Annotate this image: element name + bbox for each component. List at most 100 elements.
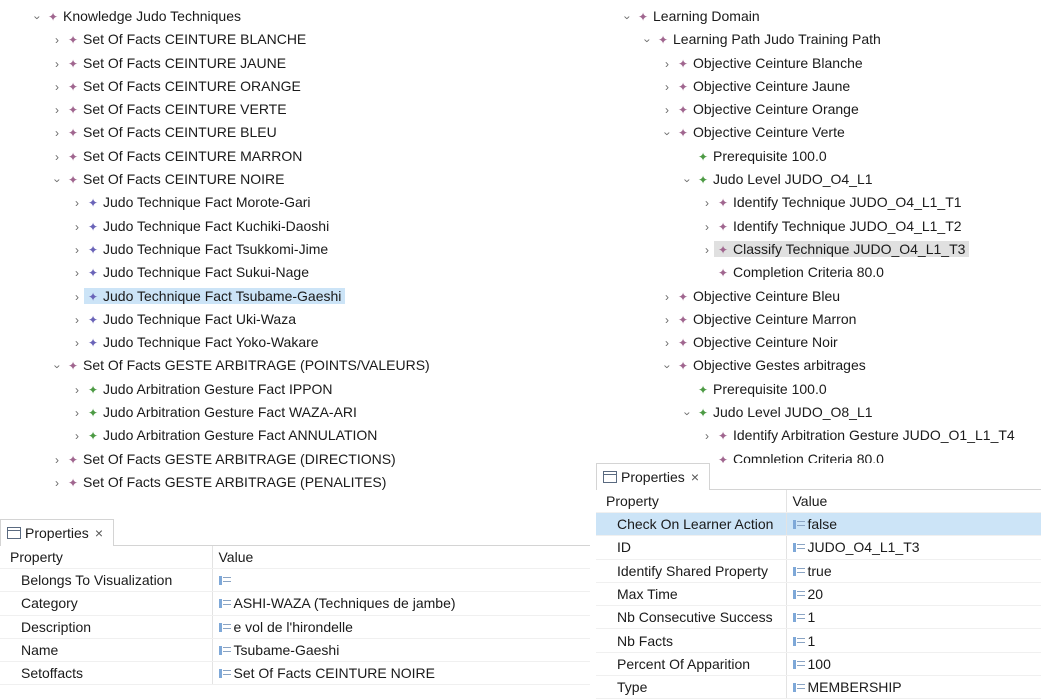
chevron-right-icon[interactable]: › (700, 425, 714, 448)
tree-node-row[interactable]: ✦ Prerequisite 100.0 (694, 148, 831, 164)
value-column-header[interactable]: Value (786, 490, 1041, 513)
tree-node[interactable]: › ✦ Set Of Facts CEINTURE JAUNE (0, 52, 590, 75)
tree-node[interactable]: › ✦ Judo Technique Fact Sukui-Nage (0, 261, 590, 284)
tree-node[interactable]: › ✦ Set Of Facts GESTE ARBITRAGE (PENALITE… (0, 471, 590, 494)
tree-node[interactable]: › ✦ Identify Technique JUDO_O4_L1_T2 (596, 215, 1041, 238)
property-value-cell[interactable]: 1 (786, 628, 1041, 653)
chevron-right-icon[interactable]: › (70, 239, 84, 262)
tree-node-row[interactable]: ✦ Judo Level JUDO_O8_L1 (694, 404, 877, 420)
chevron-right-icon[interactable]: › (50, 99, 64, 122)
tree-node[interactable]: › ✦ Set Of Facts CEINTURE ORANGE (0, 75, 590, 98)
tree-node-row[interactable]: ✦ Judo Arbitration Gesture Fact WAZA-ARI (84, 404, 361, 420)
tree-node[interactable]: › ✦ Objective Ceinture Verte (596, 121, 1041, 144)
tree-node-row[interactable]: ✦ Objective Gestes arbitrages (674, 357, 870, 373)
chevron-right-icon[interactable]: › (70, 192, 84, 215)
chevron-down-icon[interactable]: › (655, 127, 678, 141)
property-row[interactable]: ID JUDO_O4_L1_T3 (596, 535, 1041, 560)
tree-node[interactable]: › ✦ Learning Path Judo Training Path (596, 28, 1041, 51)
tree-node-row[interactable]: ✦ Set Of Facts CEINTURE NOIRE (64, 171, 288, 187)
tree-node-row[interactable]: ✦ Set Of Facts CEINTURE VERTE (64, 101, 291, 117)
chevron-right-icon[interactable]: › (50, 29, 64, 52)
chevron-right-icon[interactable]: › (700, 216, 714, 239)
chevron-right-icon[interactable]: › (50, 76, 64, 99)
close-icon[interactable]: × (95, 525, 103, 541)
tree-node-row[interactable]: ✦ Classify Technique JUDO_O4_L1_T3 (714, 240, 970, 257)
tree-node[interactable]: › ✦ Judo Technique Fact Uki-Waza (0, 308, 590, 331)
tree-node-row[interactable]: ✦ Objective Ceinture Jaune (674, 78, 854, 94)
chevron-right-icon[interactable]: › (70, 309, 84, 332)
property-value-cell[interactable]: 1 (786, 605, 1041, 630)
tree-node[interactable]: › ✦ Judo Level JUDO_O8_L1 (596, 401, 1041, 424)
tree-node-row[interactable]: ✦ Judo Arbitration Gesture Fact ANNULATIO… (84, 427, 381, 443)
tree-node[interactable]: › ✦ Set Of Facts GESTE ARBITRAGE (POINTS/V… (0, 354, 590, 377)
tree-node-row[interactable]: ✦ Identify Arbitration Gesture JUDO_O1_L1… (714, 427, 1019, 443)
tree-node[interactable]: › ✦ Judo Arbitration Gesture Fact ANNULATI… (0, 424, 590, 447)
tree-node-row[interactable]: ✦ Objective Ceinture Marron (674, 311, 860, 327)
tree-node-row[interactable]: ✦ Objective Ceinture Noir (674, 334, 842, 350)
close-icon[interactable]: × (691, 469, 699, 485)
chevron-right-icon[interactable]: › (50, 472, 64, 495)
tree-node[interactable]: ✦ Completion Criteria 80.0 (596, 261, 1041, 284)
tree-node-row[interactable]: ✦ Set Of Facts GESTE ARBITRAGE (DIRECTION… (64, 451, 400, 467)
tree-node-row[interactable]: ✦ Judo Arbitration Gesture Fact IPPON (84, 381, 337, 397)
tree-node[interactable]: › ✦ Classify Technique JUDO_O4_L1_T3 (596, 238, 1041, 261)
tree-node-row[interactable]: ✦ Knowledge Judo Techniques (44, 8, 245, 24)
tree-node-row[interactable]: ✦ Learning Path Judo Training Path (654, 31, 885, 47)
tree-node[interactable]: › ✦ Judo Arbitration Gesture Fact IPPON (0, 378, 590, 401)
tree-node[interactable]: › ✦ Judo Level JUDO_O4_L1 (596, 168, 1041, 191)
tree-node-row[interactable]: ✦ Identify Technique JUDO_O4_L1_T1 (714, 194, 966, 210)
tree-node[interactable]: › ✦ Set Of Facts CEINTURE MARRON (0, 145, 590, 168)
property-value-cell[interactable]: 100 (786, 652, 1041, 677)
tree-node-row[interactable]: ✦ Set Of Facts CEINTURE BLANCHE (64, 31, 310, 47)
tree-node[interactable]: › ✦ Objective Ceinture Jaune (596, 75, 1041, 98)
properties-tab[interactable]: Properties × (0, 519, 114, 546)
chevron-right-icon[interactable]: › (70, 379, 84, 402)
property-row[interactable]: Description e vol de l'hirondelle (0, 615, 590, 639)
chevron-right-icon[interactable]: › (700, 239, 714, 262)
chevron-down-icon[interactable]: › (25, 11, 48, 25)
tree-node[interactable]: › ✦ Set Of Facts CEINTURE BLEU (0, 121, 590, 144)
property-value-cell[interactable]: Tsubame-Gaeshi (212, 638, 590, 663)
properties-tab[interactable]: Properties × (596, 463, 710, 490)
property-value-cell[interactable]: JUDO_O4_L1_T3 (786, 535, 1041, 560)
tree-node[interactable]: › ✦ Objective Ceinture Blanche (596, 52, 1041, 75)
tree-node[interactable]: › ✦ Objective Ceinture Orange (596, 98, 1041, 121)
tree-node[interactable]: › ✦ Set Of Facts CEINTURE BLANCHE (0, 28, 590, 51)
chevron-right-icon[interactable]: › (70, 216, 84, 239)
property-value-cell[interactable] (212, 568, 590, 593)
tree-node-row[interactable]: ✦ Judo Technique Fact Sukui-Nage (84, 264, 313, 280)
chevron-down-icon[interactable]: › (675, 174, 698, 188)
tree-node-row[interactable]: ✦ Set Of Facts CEINTURE ORANGE (64, 78, 305, 94)
chevron-right-icon[interactable]: › (50, 53, 64, 76)
property-value-cell[interactable]: MEMBERSHIP (786, 675, 1041, 699)
tree-node-row[interactable]: ✦ Objective Ceinture Bleu (674, 288, 844, 304)
tree-node[interactable]: › ✦ Identify Technique JUDO_O4_L1_T1 (596, 191, 1041, 214)
chevron-right-icon[interactable]: › (70, 332, 84, 355)
chevron-right-icon[interactable]: › (660, 53, 674, 76)
tree-node[interactable]: › ✦ Objective Gestes arbitrages (596, 354, 1041, 377)
tree-node-row[interactable]: ✦ Identify Technique JUDO_O4_L1_T2 (714, 218, 966, 234)
chevron-right-icon[interactable]: › (50, 146, 64, 169)
property-row[interactable]: Category ASHI-WAZA (Techniques de jambe) (0, 591, 590, 616)
property-value-cell[interactable]: true (786, 559, 1041, 583)
tree-node[interactable]: › ✦ Judo Technique Fact Tsukkomi-Jime (0, 238, 590, 261)
tree-node-row[interactable]: ✦ Completion Criteria 80.0 (714, 264, 888, 280)
tree-node-row[interactable]: ✦ Judo Technique Fact Uki-Waza (84, 311, 300, 327)
property-row[interactable]: Belongs To Visualization (0, 568, 590, 593)
chevron-right-icon[interactable]: › (660, 332, 674, 355)
tree-node[interactable]: › ✦ Set Of Facts GESTE ARBITRAGE (DIRECTIO… (0, 448, 590, 471)
property-row[interactable]: Nb Consecutive Success 1 (596, 605, 1041, 630)
tree-node[interactable]: › ✦ Judo Technique Fact Morote-Gari (0, 191, 590, 214)
property-value-cell[interactable]: Set Of Facts CEINTURE NOIRE (212, 661, 590, 686)
tree-node-row[interactable]: ✦ Set Of Facts CEINTURE BLEU (64, 124, 281, 140)
chevron-right-icon[interactable]: › (70, 286, 84, 309)
tree-node-row[interactable]: ✦ Objective Ceinture Blanche (674, 55, 867, 71)
tree-node[interactable]: › ✦ Objective Ceinture Noir (596, 331, 1041, 354)
property-row[interactable]: Max Time 20 (596, 582, 1041, 607)
property-row[interactable]: Name Tsubame-Gaeshi (0, 638, 590, 663)
tree-node-row[interactable]: ✦ Set Of Facts CEINTURE MARRON (64, 148, 306, 164)
property-row[interactable]: Nb Facts 1 (596, 628, 1041, 653)
tree-node[interactable]: › ✦ Learning Domain (596, 5, 1041, 28)
property-row[interactable]: Setoffacts Set Of Facts CEINTURE NOIRE (0, 661, 590, 686)
tree-node-row[interactable]: ✦ Set Of Facts GESTE ARBITRAGE (PENALITES… (64, 474, 390, 490)
